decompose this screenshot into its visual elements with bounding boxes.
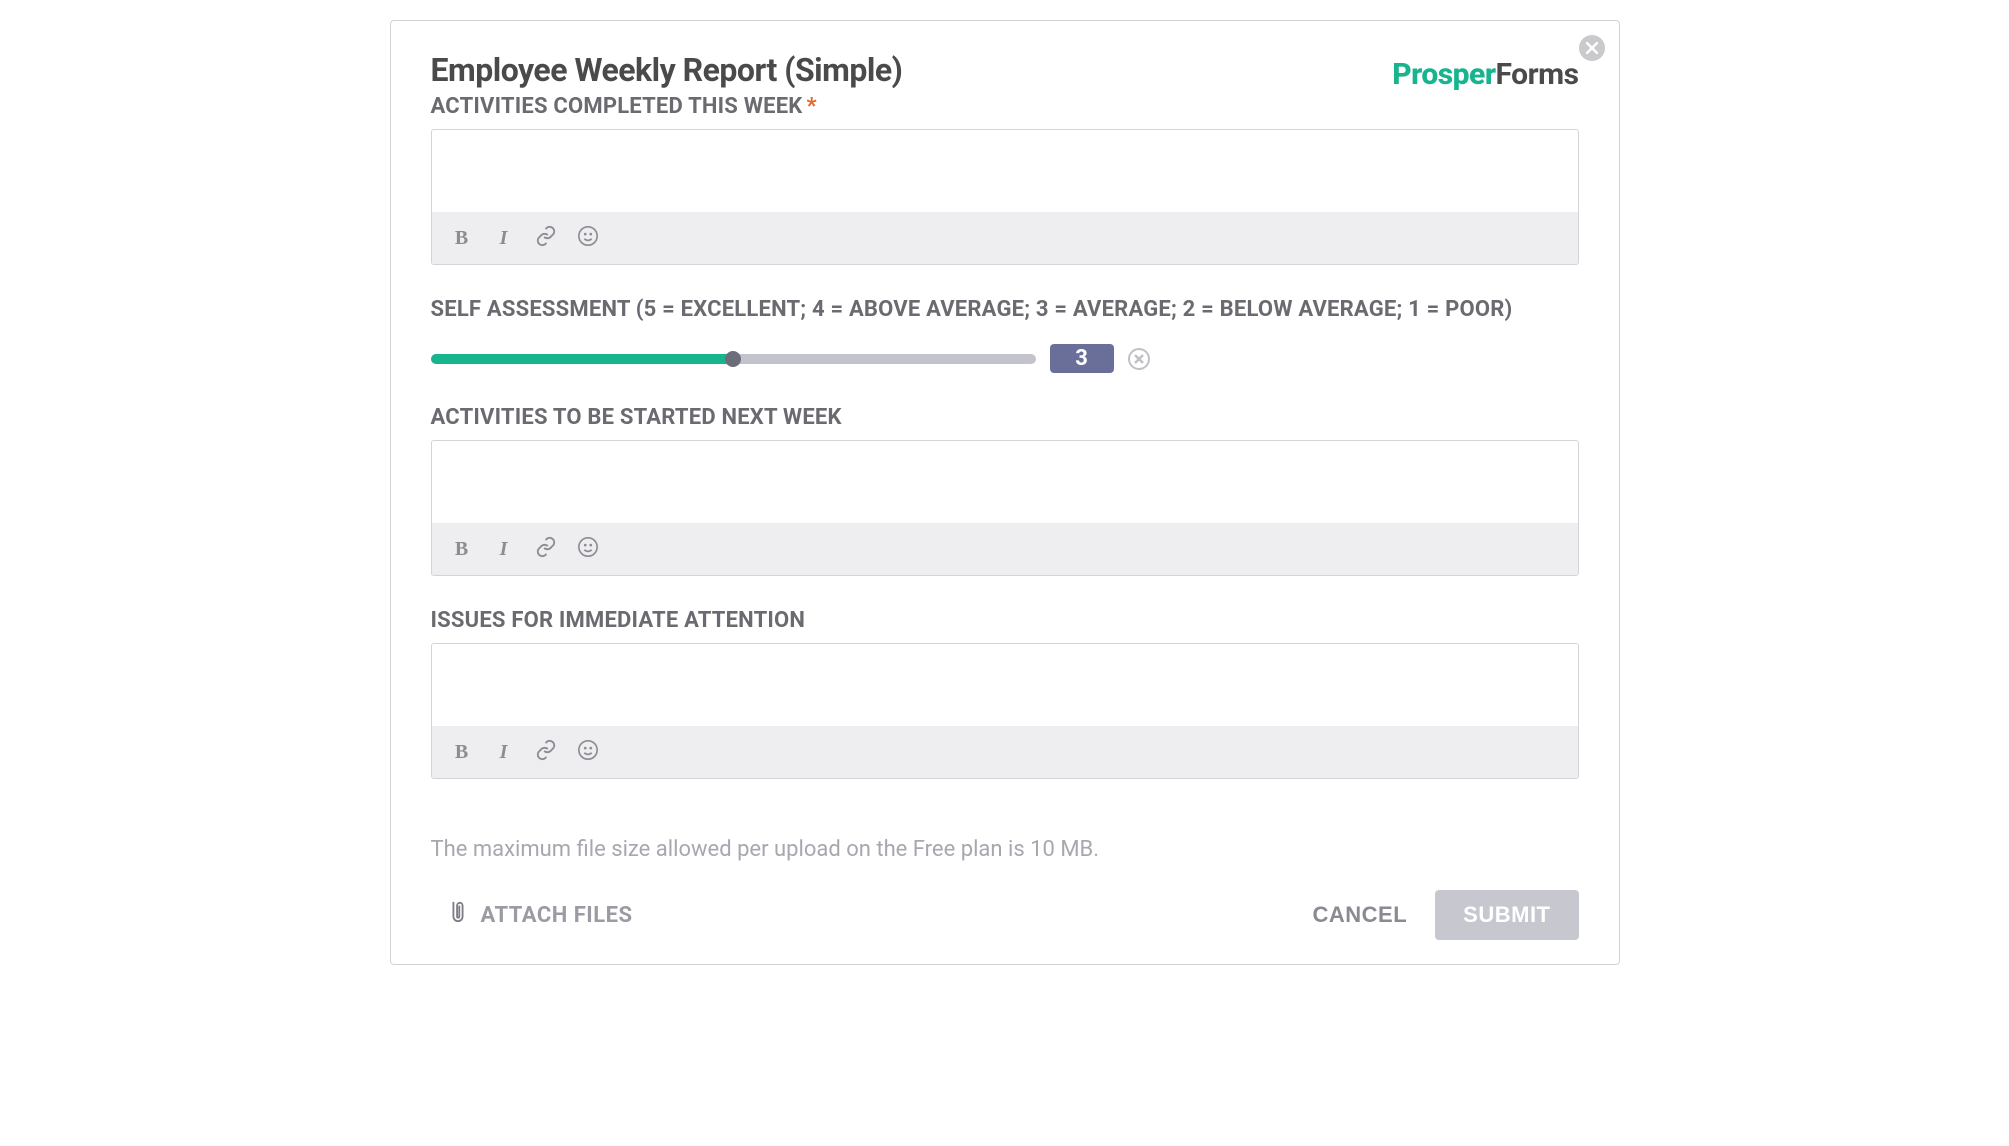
paperclip-icon [447,899,469,931]
editor-activities-next: B I [431,440,1579,576]
section-self-assessment: SELF ASSESSMENT (5 = EXCELLENT; 4 = ABOV… [431,297,1579,373]
emoji-icon [577,225,599,252]
form-modal: Employee Weekly Report (Simple) ProsperF… [390,20,1620,965]
required-indicator: * [806,94,816,119]
section-issues: ISSUES FOR IMMEDIATE ATTENTION B I [431,608,1579,779]
bold-button[interactable]: B [450,740,474,764]
header: Employee Weekly Report (Simple) ProsperF… [431,51,1579,92]
bold-button[interactable]: B [450,226,474,250]
slider-row: 3 [431,344,1579,373]
section-activities-next: ACTIVITIES TO BE STARTED NEXT WEEK B I [431,405,1579,576]
link-icon [535,536,557,563]
input-activities-next[interactable] [432,441,1578,519]
italic-button[interactable]: I [492,537,516,561]
label-activities-completed: ACTIVITIES COMPLETED THIS WEEK* [431,94,1579,119]
emoji-icon [577,739,599,766]
emoji-button[interactable] [576,537,600,561]
slider-thumb[interactable] [725,351,741,367]
close-button[interactable] [1579,35,1605,61]
italic-button[interactable]: I [492,740,516,764]
toolbar-activities-next: B I [432,523,1578,575]
italic-button[interactable]: I [492,226,516,250]
submit-button[interactable]: SUBMIT [1435,890,1578,940]
input-activities-completed[interactable] [432,130,1578,208]
label-activities-next: ACTIVITIES TO BE STARTED NEXT WEEK [431,405,1579,430]
close-icon [1586,39,1598,58]
link-icon [535,225,557,252]
file-size-hint: The maximum file size allowed per upload… [431,837,1579,862]
editor-activities-completed: B I [431,129,1579,265]
link-icon [535,739,557,766]
bold-button[interactable]: B [450,537,474,561]
emoji-icon [577,536,599,563]
self-assessment-slider[interactable] [431,354,1036,364]
link-button[interactable] [534,537,558,561]
input-issues[interactable] [432,644,1578,722]
link-button[interactable] [534,740,558,764]
slider-value-badge: 3 [1050,344,1114,373]
footer-actions: CANCEL SUBMIT [1313,890,1579,940]
logo-forms: Forms [1496,57,1579,92]
slider-clear-button[interactable] [1128,348,1150,370]
editor-issues: B I [431,643,1579,779]
attach-label: ATTACH FILES [481,903,633,928]
footer: ATTACH FILES CANCEL SUBMIT [431,890,1579,940]
slider-fill [431,354,734,364]
link-button[interactable] [534,226,558,250]
attach-files-button[interactable]: ATTACH FILES [431,899,633,931]
emoji-button[interactable] [576,740,600,764]
brand-logo: ProsperForms [1392,51,1578,92]
emoji-button[interactable] [576,226,600,250]
label-self-assessment: SELF ASSESSMENT (5 = EXCELLENT; 4 = ABOV… [431,297,1579,322]
toolbar-issues: B I [432,726,1578,778]
cancel-button[interactable]: CANCEL [1313,902,1408,928]
page-title: Employee Weekly Report (Simple) [431,51,903,89]
label-issues: ISSUES FOR IMMEDIATE ATTENTION [431,608,1579,633]
logo-prosper: Prosper [1392,57,1495,92]
section-activities-completed: ACTIVITIES COMPLETED THIS WEEK* B I [431,94,1579,265]
clear-icon [1134,349,1144,368]
toolbar-activities-completed: B I [432,212,1578,264]
